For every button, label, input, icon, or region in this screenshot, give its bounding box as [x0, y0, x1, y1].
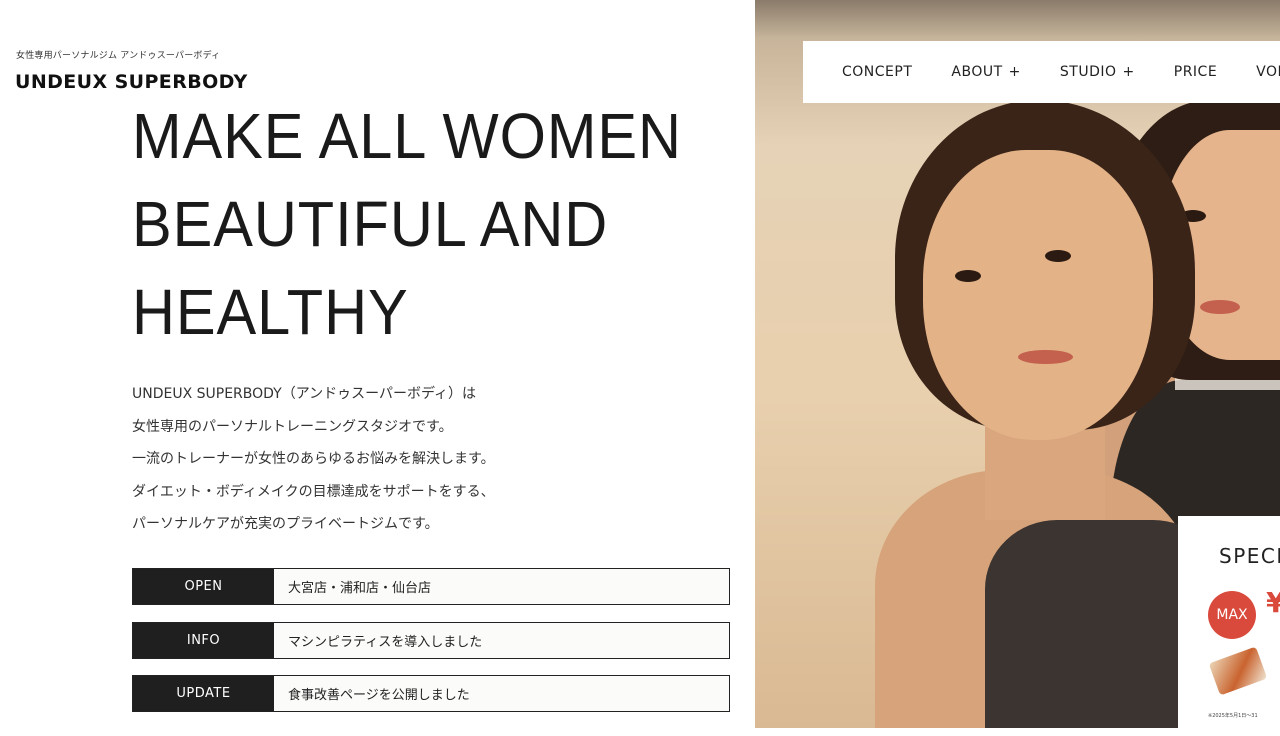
intro-line: ダイエット・ボディメイクの目標達成をサポートをする、 [132, 483, 495, 500]
headline: MAKE ALL WOMEN BEAUTIFUL AND HEALTHY [132, 92, 752, 356]
nav-label: PRICE [1173, 64, 1218, 80]
food-image [1208, 646, 1268, 696]
news-item-update[interactable]: UPDATE 食事改善ページを公開しました [132, 675, 730, 712]
intro-text: UNDEUX SUPERBODY（アンドゥスーパーボディ）は 女性専用のパーソナ… [132, 378, 692, 541]
hero-lip [1018, 350, 1073, 364]
headline-line-1: MAKE ALL WOMEN [132, 100, 682, 172]
hero-eye [955, 270, 981, 282]
special-campaign-card[interactable]: SPECI MAX ¥ ※2025年5月1日〜31 [1178, 516, 1280, 736]
nav-label: STUDIO [1059, 64, 1117, 80]
nav-item-voice[interactable]: VOICE [1256, 64, 1280, 80]
news-item-open[interactable]: OPEN 大宮店・浦和店・仙台店 [132, 568, 730, 605]
max-badge: MAX [1208, 591, 1256, 639]
nav-label: CONCEPT [842, 64, 913, 80]
intro-line: UNDEUX SUPERBODY（アンドゥスーパーボディ）は [132, 386, 477, 402]
nav-item-about[interactable]: ABOUT + [951, 64, 1021, 80]
intro-line: パーソナルケアが充実のプライベートジムです。 [132, 516, 439, 532]
plus-icon: + [1122, 64, 1135, 80]
news-text: 食事改善ページを公開しました [288, 688, 470, 703]
news-tag: OPEN [133, 569, 274, 604]
nav-item-price[interactable]: PRICE [1174, 64, 1217, 80]
headline-line-2: BEAUTIFUL AND [132, 188, 609, 260]
brand-subtitle: 女性専用パーソナルジム アンドゥスーパーボディ [16, 51, 221, 61]
main-nav: CONCEPT ABOUT + STUDIO + PRICE VOICE [803, 41, 1280, 103]
news-text: マシンピラティスを導入しました [288, 635, 483, 650]
news-item-info[interactable]: INFO マシンピラティスを導入しました [132, 622, 730, 659]
plus-icon: + [1008, 64, 1021, 80]
brand-logo[interactable]: UNDEUX SUPERBODY [15, 71, 248, 93]
nav-item-studio[interactable]: STUDIO + [1060, 64, 1135, 80]
hero-eye [1045, 250, 1071, 262]
hero-figure-front-face [923, 150, 1153, 440]
hero-bg-top [755, 0, 1280, 40]
news-tag: INFO [133, 623, 274, 658]
news-tag: UPDATE [133, 676, 274, 711]
nav-label: VOICE [1256, 64, 1280, 80]
headline-line-3: HEALTHY [132, 276, 409, 348]
special-price-text: ¥ [1266, 586, 1280, 619]
special-fine-print: ※2025年5月1日〜31 [1208, 713, 1258, 719]
news-text: 大宮店・浦和店・仙台店 [288, 581, 432, 596]
intro-line: 一流のトレーナーが女性のあらゆるお悩みを解決します。 [132, 451, 495, 467]
special-title: SPECI [1219, 544, 1280, 568]
nav-label: ABOUT [951, 64, 1003, 80]
hero-lip [1200, 300, 1240, 314]
intro-line: 女性専用のパーソナルトレーニングスタジオです。 [132, 418, 453, 435]
nav-item-concept[interactable]: CONCEPT [842, 64, 912, 80]
